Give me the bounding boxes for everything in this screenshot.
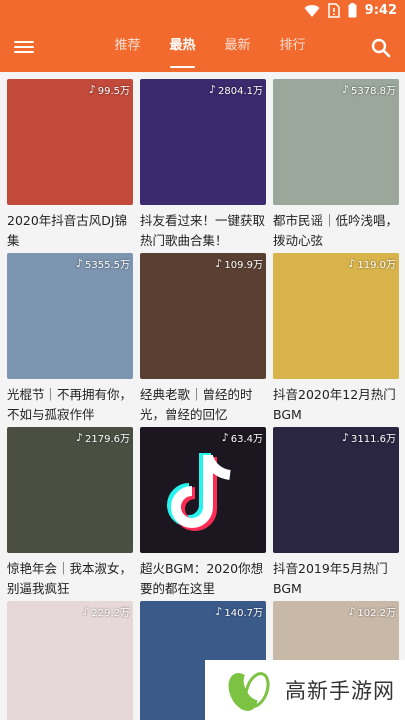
music-note-icon: ♪: [348, 605, 356, 618]
play-count-badge: ♪ 229.2万: [82, 604, 130, 619]
cover-image: [7, 79, 133, 205]
music-note-icon: ♪: [82, 605, 90, 618]
play-count-badge: ♪ 5355.5万: [76, 256, 130, 271]
play-count: 102.2万: [357, 608, 396, 619]
watermark: 高新手游网: [205, 660, 405, 720]
play-count-badge: ♪ 102.2万: [348, 604, 396, 619]
watermark-text: 高新手游网: [285, 679, 395, 703]
play-count-badge: ♪ 109.9万: [215, 256, 263, 271]
status-bar: 9:42: [0, 0, 405, 24]
playlist-title: 惊艳年会｜我本淑女，别逼我疯狂: [7, 561, 133, 596]
play-count: 119.0万: [357, 260, 396, 271]
play-count-badge: ♪ 2804.1万: [209, 82, 263, 97]
music-note-icon: ♪: [215, 257, 223, 270]
music-note-icon: ♪: [215, 605, 223, 618]
music-note-icon: ♪: [341, 431, 349, 444]
battery-icon: [348, 3, 357, 18]
play-count-badge: ♪ 140.7万: [215, 604, 263, 619]
tab-hottest[interactable]: 最热: [155, 24, 210, 72]
search-icon[interactable]: [369, 36, 393, 60]
cover-image: [273, 427, 399, 553]
play-count-badge: ♪ 119.0万: [348, 256, 396, 271]
playlist-title: 抖音2019年5月热门BGM: [273, 561, 388, 596]
play-count: 2179.6万: [85, 434, 130, 445]
playlist-title: 都市民谣｜低吟浅唱，拨动心弦: [273, 213, 399, 248]
menu-icon[interactable]: [14, 38, 34, 58]
tab-label: 推荐: [114, 38, 141, 53]
play-count-badge: ♪ 63.4万: [222, 430, 263, 445]
tab-label: 排行: [279, 38, 306, 53]
play-count: 140.7万: [224, 608, 263, 619]
tab-ranking[interactable]: 排行: [265, 24, 320, 72]
playlist-title: 抖音2020年12月热门BGM: [273, 387, 396, 422]
play-count: 5355.5万: [85, 260, 130, 271]
playlist-title: 抖友看过来！一键获取热门歌曲合集！: [140, 213, 266, 248]
tab-newest[interactable]: 最新: [210, 24, 265, 72]
music-note-icon: ♪: [208, 83, 216, 96]
play-count: 63.4万: [230, 434, 263, 445]
play-count: 229.2万: [91, 608, 130, 619]
playlist-title: 光棍节｜不再拥有你，不如与孤寂作伴: [7, 387, 133, 422]
cover-image: [140, 79, 266, 205]
tiktok-logo-icon: [167, 453, 231, 531]
cover-image: [140, 427, 266, 553]
playlist-title: 超火BGM：2020你想要的都在这里: [140, 561, 264, 596]
site-logo-icon: [228, 671, 270, 711]
play-count-badge: ♪ 99.5万: [89, 82, 130, 97]
playlist-title: 2020年抖音古风DJ锦集: [7, 213, 128, 248]
play-count: 99.5万: [97, 86, 130, 97]
app-bar: 推荐 最热 最新 排行: [0, 24, 405, 72]
cover-image: [140, 253, 266, 379]
play-count: 3111.6万: [351, 434, 396, 445]
tab-bar: 推荐 最热 最新 排行: [100, 24, 320, 72]
cover-image: [7, 427, 133, 553]
cover-image: [273, 253, 399, 379]
music-note-icon: ♪: [348, 257, 356, 270]
tab-label: 最热: [169, 38, 196, 53]
play-count: 109.9万: [224, 260, 263, 271]
play-count: 5378.8万: [351, 86, 396, 97]
play-count: 2804.1万: [218, 86, 263, 97]
music-note-icon: ♪: [221, 431, 229, 444]
wifi-icon: [304, 4, 320, 17]
play-count-badge: ♪ 2179.6万: [76, 430, 130, 445]
tab-label: 最新: [224, 38, 251, 53]
cover-image: [273, 79, 399, 205]
play-count-badge: ♪ 5378.8万: [342, 82, 396, 97]
play-count-badge: ♪ 3111.6万: [342, 430, 396, 445]
music-note-icon: ♪: [75, 431, 83, 444]
no-sim-icon: [327, 3, 340, 18]
tab-recommend[interactable]: 推荐: [100, 24, 155, 72]
playlist-grid: ♪ 99.5万 2020年抖音古风DJ锦集 ♪ 2804.1万 抖友看过来！一键获取…: [0, 72, 405, 720]
cover-image: [7, 253, 133, 379]
music-note-icon: ♪: [341, 83, 349, 96]
music-note-icon: ♪: [75, 257, 83, 270]
playlist-title: 经典老歌｜曾经的时光，曾经的回忆: [140, 387, 253, 422]
status-icons: 9:42: [304, 3, 397, 18]
status-time: 9:42: [364, 3, 397, 18]
music-note-icon: ♪: [88, 83, 96, 96]
active-tab-indicator: [170, 66, 195, 68]
